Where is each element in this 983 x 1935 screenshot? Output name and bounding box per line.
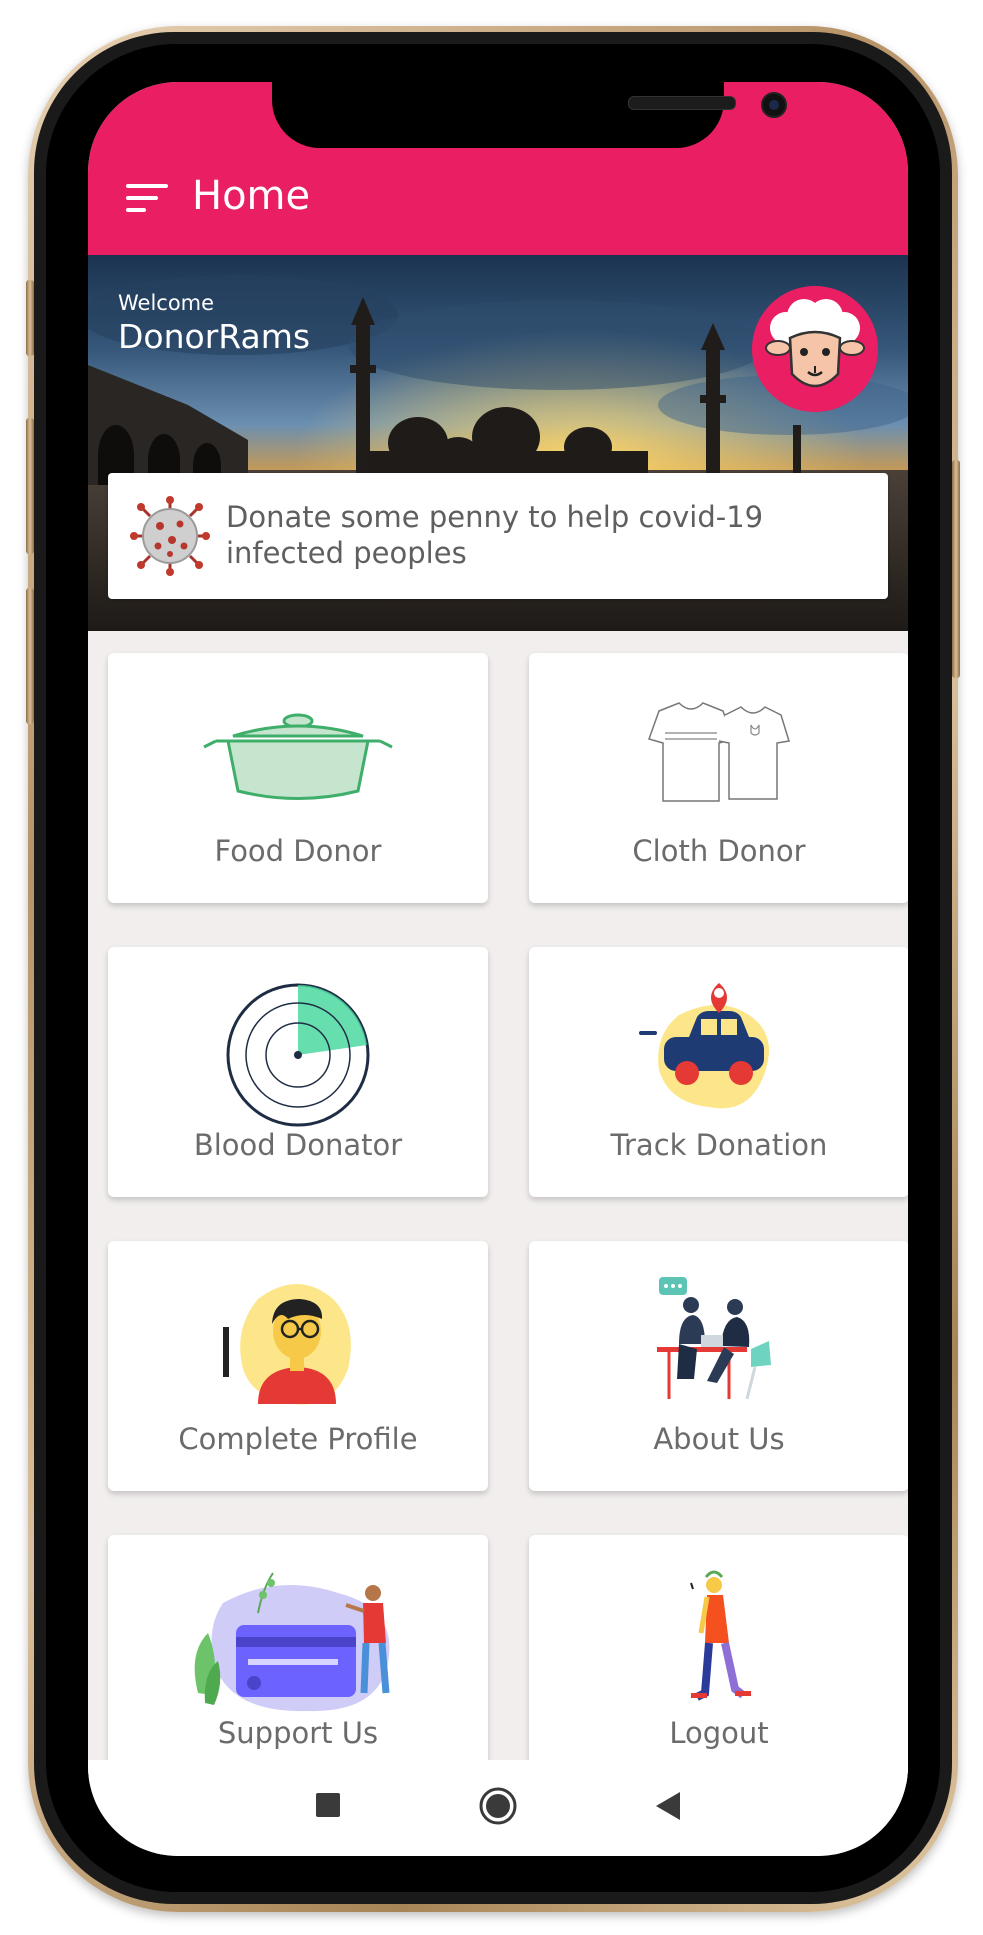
- car-location-icon: [639, 983, 769, 1109]
- tile-label: Track Donation: [610, 1128, 828, 1162]
- tshirt-icon: [648, 702, 790, 802]
- tile-label: Blood Donator: [193, 1128, 403, 1162]
- sheep-avatar-icon: [752, 286, 878, 412]
- square-icon: [316, 1793, 340, 1817]
- speaker-grille: [628, 96, 736, 110]
- phone-volume-up: [26, 418, 34, 554]
- phone-volume-down: [26, 588, 34, 724]
- tile-label: About Us: [653, 1422, 785, 1456]
- app-screen: Home Welcome DonorRams Donate some penny…: [88, 82, 908, 1856]
- meeting-icon: [657, 1277, 771, 1400]
- donation-menu-grid: Food Donor Cloth Donor Blood Donator Tra…: [88, 631, 908, 1785]
- user-profile-icon: [223, 1284, 351, 1405]
- welcome-label: Welcome: [118, 291, 215, 315]
- walking-person-icon: [690, 1570, 751, 1701]
- support-us-tile[interactable]: Support Us: [108, 1535, 488, 1785]
- tile-label: Complete Profile: [178, 1422, 418, 1456]
- complete-profile-tile[interactable]: Complete Profile: [108, 1241, 488, 1491]
- cloth-donor-tile[interactable]: Cloth Donor: [529, 653, 908, 903]
- phone-notch: [272, 82, 787, 148]
- tile-label: Support Us: [217, 1716, 379, 1750]
- home-button[interactable]: [479, 1787, 517, 1825]
- page-title: Home: [192, 173, 311, 219]
- recent-apps-button[interactable]: [316, 1793, 340, 1817]
- user-name: DonorRams: [118, 317, 311, 356]
- back-triangle-icon: [656, 1792, 680, 1820]
- covid-donation-banner[interactable]: Donate some penny to help covid-19 infec…: [108, 473, 888, 599]
- covid-banner-text: Donate some penny to help covid-19 infec…: [226, 500, 764, 570]
- phone-silent-switch: [26, 280, 34, 356]
- tile-label: Logout: [669, 1716, 769, 1750]
- app-bar: Home: [88, 82, 908, 255]
- circle-home-icon: [479, 1787, 517, 1825]
- avatar[interactable]: [752, 286, 878, 412]
- android-nav-bar: [88, 1760, 908, 1856]
- tile-label: Food Donor: [214, 834, 382, 868]
- front-camera: [761, 92, 787, 118]
- coronavirus-icon: [130, 496, 210, 576]
- card-support-icon: [194, 1572, 390, 1712]
- blood-donator-tile[interactable]: Blood Donator: [108, 947, 488, 1197]
- logout-tile[interactable]: Logout: [529, 1535, 908, 1785]
- phone-power-button: [952, 460, 960, 678]
- tile-label: Cloth Donor: [632, 834, 806, 868]
- radar-icon: [226, 983, 370, 1127]
- track-donation-tile[interactable]: Track Donation: [529, 947, 908, 1197]
- back-button[interactable]: [656, 1792, 680, 1820]
- about-us-tile[interactable]: About Us: [529, 1241, 908, 1491]
- food-donor-tile[interactable]: Food Donor: [108, 653, 488, 903]
- pot-icon: [203, 713, 393, 800]
- menu-icon[interactable]: [126, 184, 170, 218]
